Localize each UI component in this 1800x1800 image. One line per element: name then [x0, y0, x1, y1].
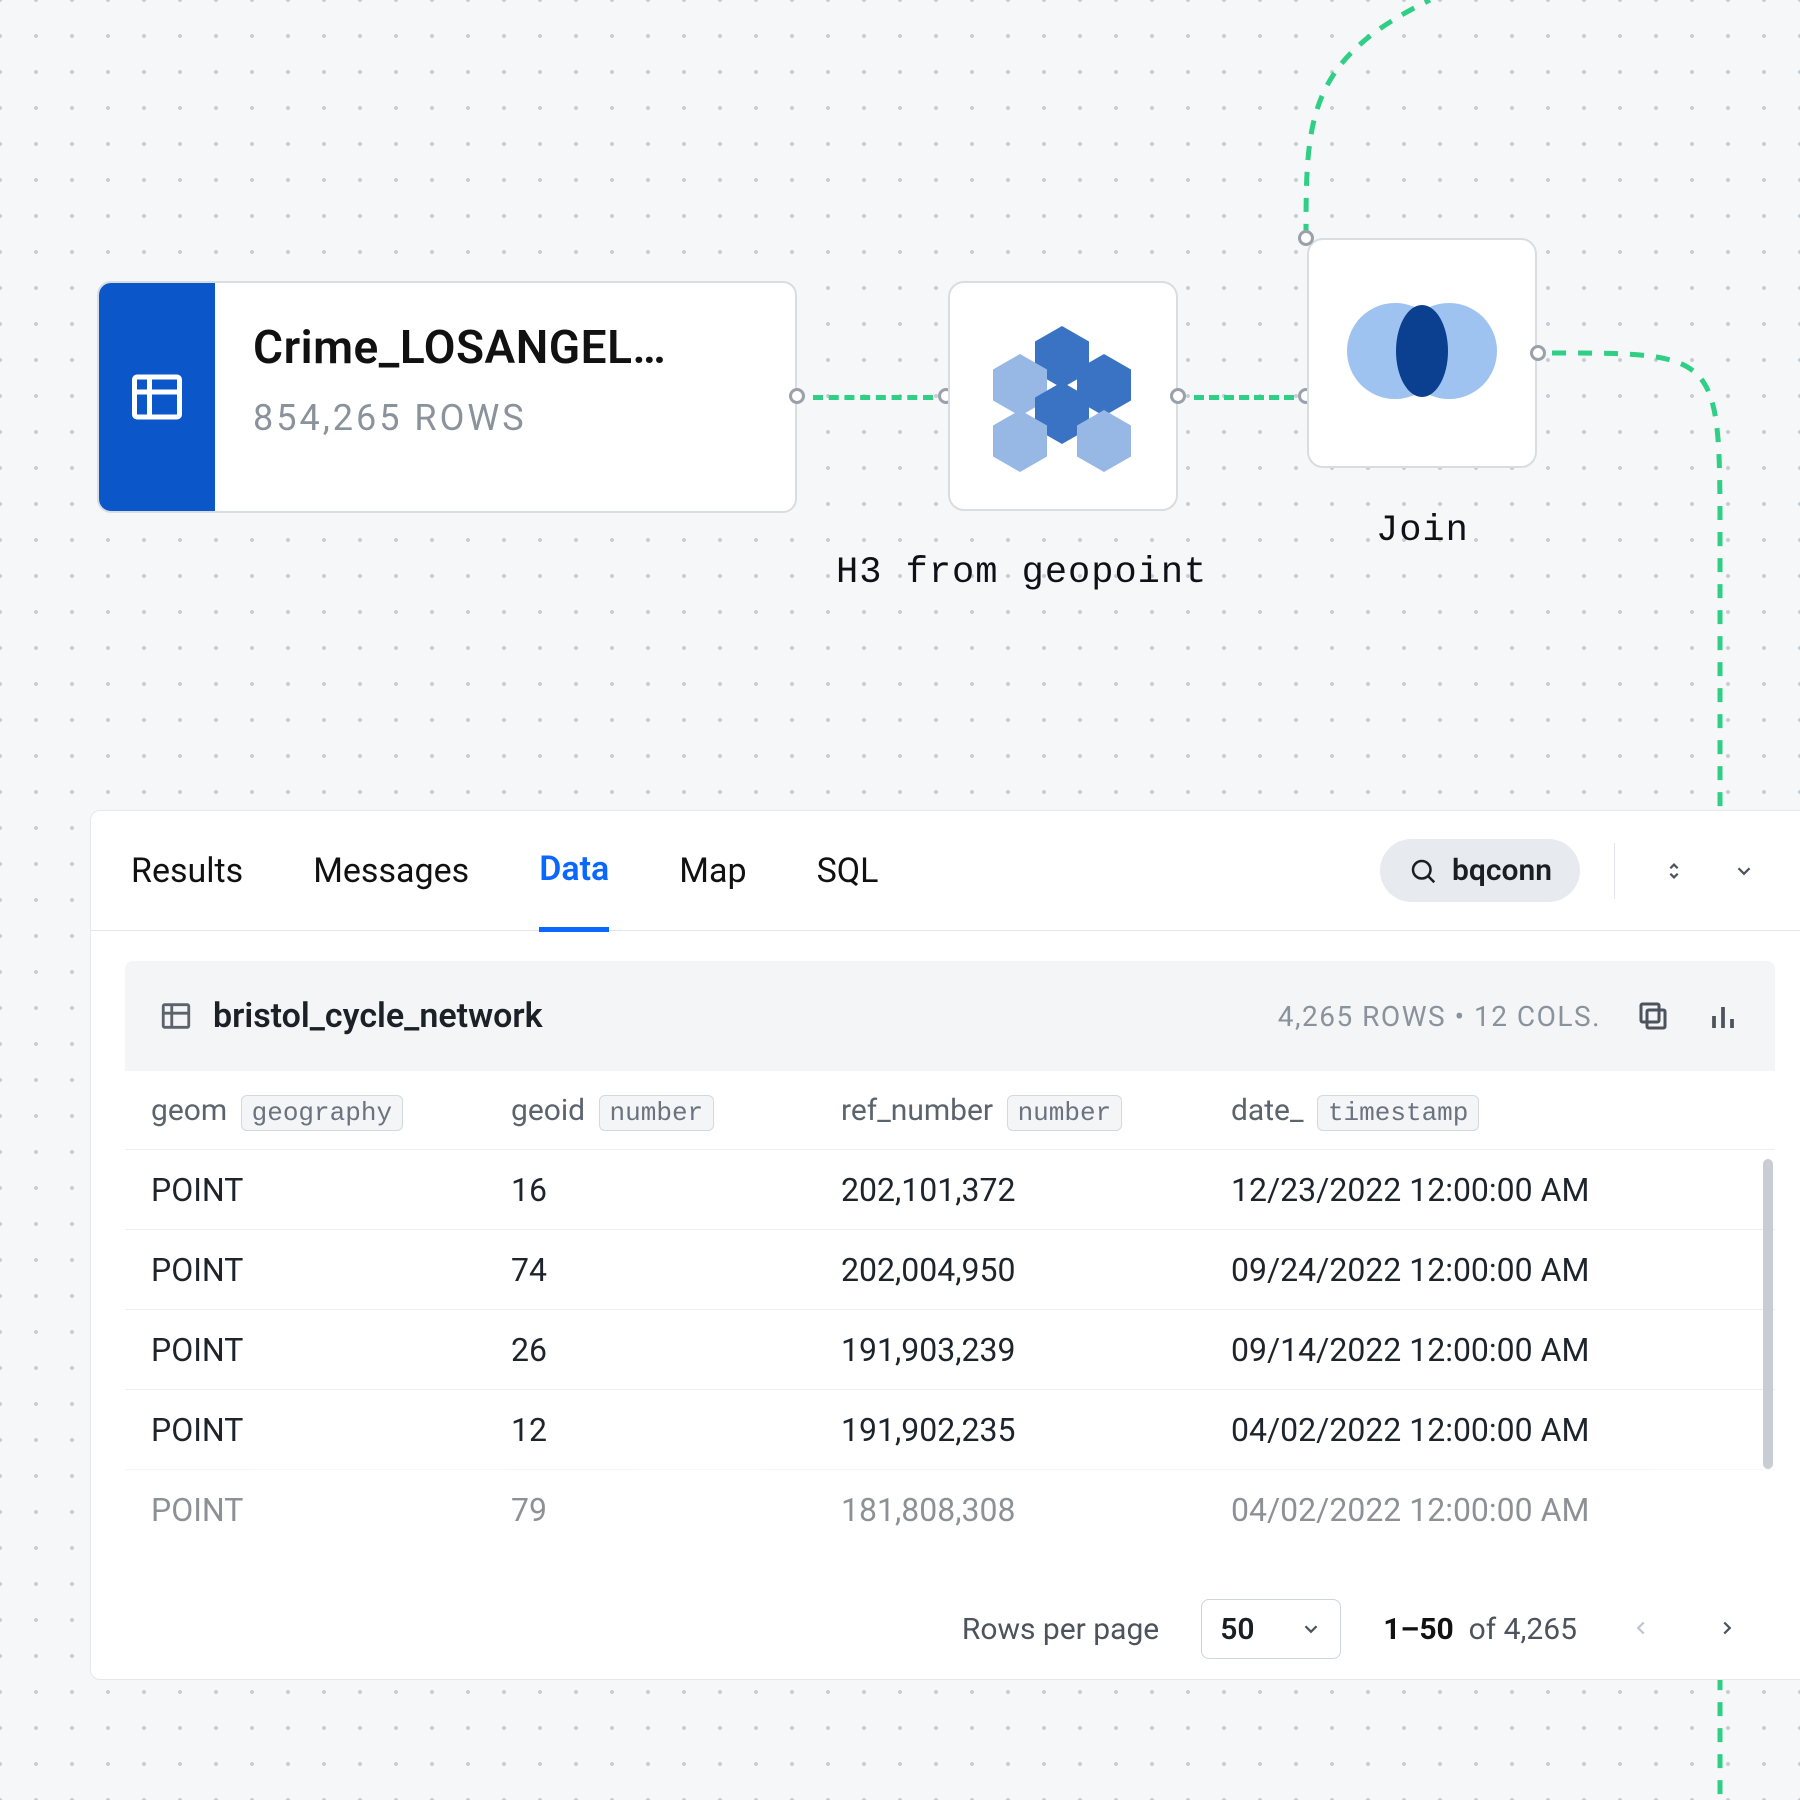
cell-geom: POINT	[151, 1411, 511, 1449]
node-source-table[interactable]: Crime_LOSANGEL… 854,265 ROWS	[97, 281, 797, 513]
column-geom[interactable]: geom geography	[151, 1093, 511, 1128]
table-icon	[99, 283, 215, 511]
hexagon-cluster-icon	[993, 326, 1133, 466]
cell-geom: POINT	[151, 1331, 511, 1369]
h3-node-label: H3 from geopoint	[836, 552, 1207, 594]
page-next-button[interactable]	[1705, 1612, 1749, 1647]
type-pill: geography	[241, 1095, 403, 1131]
page-prev-button[interactable]	[1619, 1612, 1663, 1647]
column-header-row: geom geography geoid number ref_number n…	[125, 1071, 1775, 1149]
cell-geoid: 12	[511, 1411, 841, 1449]
source-node-rowcount: 854,265 ROWS	[253, 397, 757, 439]
cell-geom: POINT	[151, 1171, 511, 1209]
table-row[interactable]: POINT26191,903,23909/14/2022 12:00:00 AM	[125, 1309, 1775, 1389]
resize-vertical-icon[interactable]	[1649, 846, 1699, 896]
join-node-top-input-handle[interactable]	[1298, 230, 1314, 246]
table-icon	[159, 999, 193, 1033]
tab-data[interactable]: Data	[539, 812, 609, 932]
connector-h3-to-join	[1194, 395, 1294, 400]
type-pill: number	[1007, 1095, 1123, 1131]
bar-chart-icon[interactable]	[1705, 998, 1741, 1034]
table-row[interactable]: POINT74202,004,95009/24/2022 12:00:00 AM	[125, 1229, 1775, 1309]
cell-ref_number: 202,004,950	[841, 1251, 1231, 1289]
copy-icon[interactable]	[1635, 998, 1671, 1034]
database-icon	[1408, 856, 1438, 886]
cell-date_: 04/02/2022 12:00:00 AM	[1231, 1491, 1749, 1529]
tab-map[interactable]: Map	[679, 811, 746, 931]
cell-ref_number: 181,808,308	[841, 1491, 1231, 1529]
cell-geom: POINT	[151, 1251, 511, 1289]
cell-date_: 09/14/2022 12:00:00 AM	[1231, 1331, 1749, 1369]
h3-node-output-handle[interactable]	[1170, 388, 1186, 404]
cell-geom: POINT	[151, 1491, 511, 1529]
page-range: 1–50 of 4,265	[1383, 1612, 1577, 1647]
table-row[interactable]: POINT16202,101,37212/23/2022 12:00:00 AM	[125, 1149, 1775, 1229]
venn-join-icon	[1347, 303, 1497, 403]
connection-pill[interactable]: bqconn	[1380, 839, 1580, 902]
column-date[interactable]: date_ timestamp	[1231, 1093, 1749, 1128]
cell-ref_number: 191,903,239	[841, 1331, 1231, 1369]
chevron-down-icon[interactable]	[1719, 846, 1769, 896]
column-geoid[interactable]: geoid number	[511, 1093, 841, 1128]
node-h3-from-geopoint[interactable]	[948, 281, 1178, 511]
tab-sql[interactable]: SQL	[817, 811, 879, 931]
table-row[interactable]: POINT79181,808,30804/02/2022 12:00:00 AM	[125, 1469, 1775, 1549]
data-panel: Results Messages Data Map SQL bqconn bri…	[90, 810, 1800, 1680]
cell-ref_number: 191,902,235	[841, 1411, 1231, 1449]
cell-geoid: 74	[511, 1251, 841, 1289]
connector-source-to-h3	[813, 395, 933, 400]
rows-per-page-select[interactable]: 50	[1201, 1599, 1341, 1659]
cell-geoid: 16	[511, 1171, 841, 1209]
connection-name: bqconn	[1452, 853, 1552, 888]
column-ref-number[interactable]: ref_number number	[841, 1093, 1231, 1128]
join-node-output-handle[interactable]	[1530, 345, 1546, 361]
data-grid: geom geography geoid number ref_number n…	[125, 1071, 1775, 1579]
join-node-label: Join	[1376, 510, 1469, 552]
pagination-bar: Rows per page 50 1–50 of 4,265	[91, 1579, 1800, 1679]
cell-date_: 09/24/2022 12:00:00 AM	[1231, 1251, 1749, 1289]
rows-per-page-label: Rows per page	[962, 1612, 1159, 1647]
cell-geoid: 79	[511, 1491, 841, 1529]
cell-date_: 12/23/2022 12:00:00 AM	[1231, 1171, 1749, 1209]
panel-tabbar: Results Messages Data Map SQL bqconn	[91, 811, 1800, 931]
type-pill: timestamp	[1317, 1095, 1479, 1131]
tab-results[interactable]: Results	[131, 811, 243, 931]
node-join[interactable]	[1307, 238, 1537, 468]
cell-ref_number: 202,101,372	[841, 1171, 1231, 1209]
source-node-title: Crime_LOSANGEL…	[253, 321, 757, 375]
chevron-down-icon	[1300, 1618, 1322, 1640]
source-node-output-handle[interactable]	[789, 388, 805, 404]
scrollbar-thumb[interactable]	[1763, 1159, 1773, 1469]
type-pill: number	[599, 1095, 715, 1131]
table-row[interactable]: POINT12191,902,23504/02/2022 12:00:00 AM	[125, 1389, 1775, 1469]
cell-date_: 04/02/2022 12:00:00 AM	[1231, 1411, 1749, 1449]
divider	[1614, 843, 1615, 899]
table-header-bar: bristol_cycle_network 4,265 ROWS • 12 CO…	[125, 961, 1775, 1071]
tab-messages[interactable]: Messages	[313, 811, 469, 931]
table-name: bristol_cycle_network	[213, 996, 543, 1036]
cell-geoid: 26	[511, 1331, 841, 1369]
table-meta: 4,265 ROWS • 12 COLS.	[1278, 1000, 1601, 1033]
